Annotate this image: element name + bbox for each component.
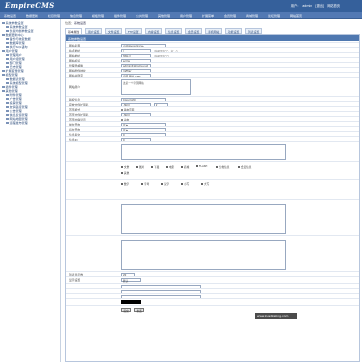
nav-item[interactable]: 网站首页 xyxy=(290,14,302,18)
module-checkbox[interactable]: 图片 xyxy=(136,165,144,169)
nav-item[interactable]: 模板管理 xyxy=(92,14,104,18)
nav-item[interactable]: 栏目管理 xyxy=(48,14,60,18)
form-row: 数字 字母 汉字 小写 大写 xyxy=(66,179,359,199)
nav-item[interactable]: 其他管理 xyxy=(158,14,170,18)
settings-form: 系统参数设置 网站名称 帝国网站管理系统 站点地址 / (结尾需加"/"，如：/… xyxy=(65,34,360,362)
description-textarea[interactable]: 这是一个帝国网站 xyxy=(121,79,191,95)
char-checkbox[interactable]: 汉字 xyxy=(161,182,169,186)
watermark: www.kusdkeling.com xyxy=(255,313,297,319)
nav-item[interactable]: 插件管理 xyxy=(114,14,126,18)
page-icon xyxy=(6,113,9,117)
user-name[interactable]: admin xyxy=(302,4,312,8)
form-row xyxy=(66,199,359,235)
page-icon xyxy=(6,121,9,125)
page-icon xyxy=(6,41,9,45)
folder-icon xyxy=(2,69,5,73)
notes-textarea[interactable] xyxy=(121,204,286,234)
page-icon xyxy=(6,29,9,33)
page-icon xyxy=(6,57,9,61)
module-checkbox[interactable]: 其他 xyxy=(121,171,129,175)
folder-icon xyxy=(2,73,5,77)
char-checkbox[interactable]: 小写 xyxy=(181,182,189,186)
options-textarea[interactable] xyxy=(121,144,286,160)
logout-link[interactable]: [退出] xyxy=(315,4,324,8)
reset-button[interactable]: 重置 xyxy=(134,308,145,313)
nav-item[interactable]: 信息管理 xyxy=(70,14,82,18)
module-checkbox[interactable]: 下载 xyxy=(151,165,159,169)
site-home-link[interactable]: 网站首页 xyxy=(327,4,340,8)
app-logo: EmpireCMS xyxy=(5,1,55,10)
nav-item[interactable]: 用户管理 xyxy=(180,14,192,18)
extra-textarea[interactable] xyxy=(121,240,286,270)
nav-item[interactable]: 会员管理 xyxy=(224,14,236,18)
top-header: EmpireCMS 用户： admin [退出] 网站首页 xyxy=(0,0,362,12)
folder-icon xyxy=(2,85,5,89)
char-checkbox[interactable]: 大写 xyxy=(201,182,209,186)
module-checkbox[interactable]: FLASH xyxy=(196,165,207,168)
breadcrumb: 位置：系统设置 xyxy=(65,21,87,25)
folder-icon xyxy=(2,49,5,53)
nav-item[interactable]: 扩展菜单 xyxy=(202,14,214,18)
module-checkbox[interactable]: 商城 xyxy=(181,165,189,169)
main-content: 位置：系统设置 基本属性 用户设置 文件设置 FTP设置 内容设置 信息设置 会… xyxy=(62,19,362,362)
page-icon xyxy=(6,117,9,121)
page-icon xyxy=(6,61,9,65)
page-icon xyxy=(6,65,9,69)
form-row xyxy=(66,235,359,271)
form-row: 文章 图片 下载 电影 商城 FLASH 分类信息 会员信息 其他 xyxy=(66,161,359,179)
module-checkbox[interactable]: 文章 xyxy=(121,165,129,169)
page-icon xyxy=(6,77,9,81)
page-icon xyxy=(6,101,9,105)
form-row: 显示设置 默认 xyxy=(66,276,359,283)
form-row xyxy=(66,141,359,161)
module-checkbox[interactable]: 分类信息 xyxy=(216,165,229,169)
form-row xyxy=(66,298,359,304)
user-info: 用户： admin [退出] 网站首页 xyxy=(289,3,340,8)
page-icon xyxy=(6,93,9,97)
form-heading: 系统参数设置 xyxy=(66,35,359,41)
nav-item[interactable]: 系统设置 xyxy=(4,14,16,18)
nav-item[interactable]: 商城管理 xyxy=(246,14,258,18)
user-prefix: 用户： xyxy=(290,4,301,8)
folder-icon xyxy=(2,33,5,37)
breadcrumb-link[interactable]: 系统设置 xyxy=(74,21,86,25)
form-row: 网站简介 这是一个帝国网站 xyxy=(66,77,359,96)
folder-icon xyxy=(2,89,5,93)
nav-item[interactable]: 公共管理 xyxy=(136,14,148,18)
folder-icon xyxy=(2,21,5,25)
sidebar-tree: 系统参数设置 系统参数设置 负载均衡参数设置 数据更新中心 备份与恢复数据 数据… xyxy=(0,19,61,362)
page-icon xyxy=(6,53,9,57)
form-actions: 提交 重置 xyxy=(66,305,359,313)
page-icon xyxy=(6,105,9,109)
nav-item[interactable]: 论坛管理 xyxy=(268,14,280,18)
page-icon xyxy=(6,109,9,113)
page-icon xyxy=(6,81,9,85)
page-icon xyxy=(6,45,9,49)
nav-item[interactable]: 数据更新 xyxy=(26,14,38,18)
color-input[interactable] xyxy=(121,299,141,304)
main-nav: 系统设置 数据更新 栏目管理 信息管理 模板管理 插件管理 公共管理 其他管理 … xyxy=(0,12,362,19)
page-icon xyxy=(6,97,9,101)
submit-button[interactable]: 提交 xyxy=(121,308,132,313)
page-icon xyxy=(6,37,9,41)
module-checkbox[interactable]: 电影 xyxy=(166,165,174,169)
display-select[interactable]: 默认 xyxy=(121,277,141,283)
char-checkbox[interactable]: 字母 xyxy=(141,182,149,186)
char-checkbox[interactable]: 数字 xyxy=(121,182,129,186)
module-checkbox[interactable]: 会员信息 xyxy=(238,165,251,169)
tree-item[interactable]: 远程发布管理 xyxy=(6,121,28,125)
page-icon xyxy=(6,25,9,29)
